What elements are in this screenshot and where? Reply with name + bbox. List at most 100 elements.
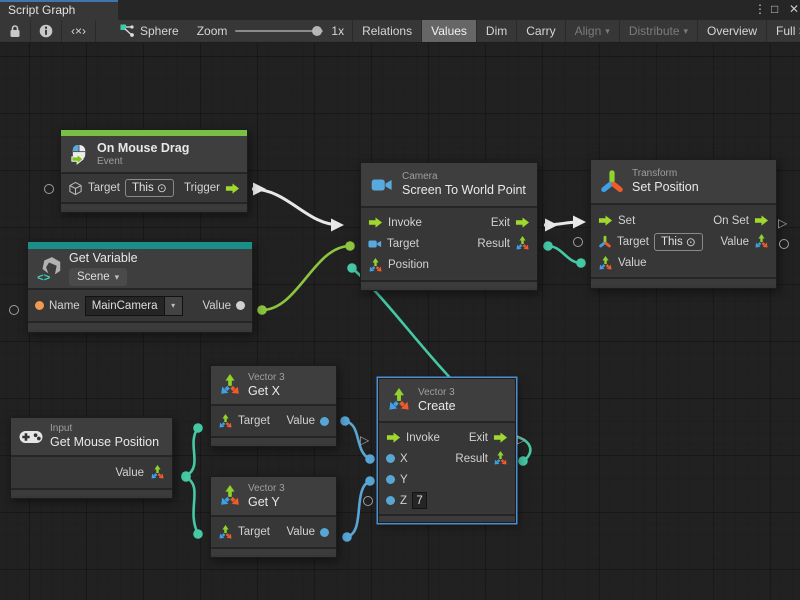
port-label-value: Value: [286, 526, 315, 538]
available-port-circle[interactable]: [9, 305, 19, 315]
vector3-output-port[interactable]: [150, 465, 165, 480]
camera-port-icon[interactable]: [368, 237, 382, 251]
wire-endpoint: [518, 456, 528, 466]
graph-canvas[interactable]: On Mouse Drag Event Target This ⊙: [0, 43, 800, 600]
vector3-input-port[interactable]: [218, 525, 233, 540]
zoom-slider[interactable]: [235, 30, 323, 32]
code-icon: ‹×›: [71, 24, 86, 38]
float-input-port-z[interactable]: [386, 496, 395, 505]
tab-script-graph[interactable]: Script Graph: [0, 0, 118, 20]
toolbar-button-fullscreen[interactable]: Full Screen: [767, 20, 800, 42]
info-button[interactable]: [31, 20, 62, 42]
vector3-input-port[interactable]: [368, 258, 383, 273]
node-get-variable[interactable]: Get Variable Scene ▾ Name MainCamera ▾: [27, 241, 253, 333]
target-this-button[interactable]: This ⊙: [654, 233, 703, 251]
flow-output-port[interactable]: [754, 213, 769, 228]
node-on-mouse-drag[interactable]: On Mouse Drag Event Target This ⊙: [60, 129, 248, 213]
flow-input-port[interactable]: [598, 213, 613, 228]
node-get-x[interactable]: Vector 3 Get X Target Value: [210, 365, 337, 447]
vector3-icon: [387, 388, 411, 412]
z-value-field[interactable]: 7: [412, 492, 427, 509]
variable-name-dropdown[interactable]: MainCamera ▾: [85, 296, 183, 316]
distribute-label: Distribute: [629, 24, 680, 38]
port-label-exit: Exit: [469, 432, 488, 444]
port-label-value-out: Value: [720, 236, 749, 248]
node-screen-to-world-point[interactable]: Camera Screen To World Point Invoke Exit…: [360, 162, 538, 291]
available-port-circle[interactable]: [44, 184, 54, 194]
window-maximize-icon[interactable]: □: [771, 2, 778, 16]
float-output-port[interactable]: [320, 417, 329, 426]
flow-output-port[interactable]: [225, 181, 240, 196]
node-caption: Input: [50, 423, 159, 435]
node-subtitle: Event: [97, 156, 189, 168]
port-label-name: Name: [49, 300, 80, 312]
object-output-port[interactable]: [236, 301, 245, 310]
vector3-input-port[interactable]: [218, 414, 233, 429]
lock-icon: [8, 24, 22, 38]
toolbar-button-carry[interactable]: Carry: [517, 20, 565, 42]
code-view-button[interactable]: ‹×›: [62, 20, 96, 42]
flow-input-port[interactable]: [368, 215, 383, 230]
toolbar-button-relations[interactable]: Relations: [353, 20, 422, 42]
node-set-position[interactable]: Transform Set Position Set On Set Target…: [590, 159, 777, 289]
vector3-input-port[interactable]: [598, 256, 613, 271]
zoom-slider-handle[interactable]: [312, 26, 322, 36]
node-get-y[interactable]: Vector 3 Get Y Target Value: [210, 476, 337, 558]
variable-name-value: MainCamera: [85, 296, 165, 316]
toolbar-button-dim[interactable]: Dim: [477, 20, 517, 42]
string-input-port[interactable]: [35, 301, 44, 310]
target-this-button[interactable]: This ⊙: [125, 179, 174, 197]
this-label: This: [132, 182, 154, 194]
scope-label: Scene: [77, 271, 110, 283]
cube-icon: [68, 181, 83, 196]
available-port-triangle[interactable]: ▷: [360, 434, 369, 446]
wire-On Mouse Drag.Trigger->Screen To World Point.Invoke: [252, 189, 340, 225]
vector3-output-port[interactable]: [493, 451, 508, 466]
variable-accent-bar: [28, 242, 252, 249]
node-get-mouse-position[interactable]: Input Get Mouse Position Value: [10, 417, 173, 499]
wire-Get Variable.Value->Screen To World Point.Target: [262, 246, 350, 310]
available-port-circle[interactable]: [779, 239, 789, 249]
flow-output-port[interactable]: [493, 430, 508, 445]
flow-input-port[interactable]: [386, 430, 401, 445]
breadcrumb[interactable]: Sphere: [96, 20, 189, 42]
node-caption: Transform: [632, 168, 699, 180]
flow-output-port[interactable]: [515, 215, 530, 230]
float-input-port-x[interactable]: [386, 454, 395, 463]
lock-button[interactable]: [0, 20, 31, 42]
wire-Screen To World Point.Result->Set Position.Value: [548, 246, 581, 263]
wire-endpoint: [365, 476, 375, 486]
wire-arrowhead: [545, 219, 558, 232]
node-title: Screen To World Point: [402, 183, 526, 198]
float-input-port-y[interactable]: [386, 475, 395, 484]
wire-Get Mouse Position.Value->Get X.Target: [186, 428, 198, 476]
available-port-triangle[interactable]: ▷: [778, 217, 787, 229]
port-label-value: Value: [115, 467, 144, 479]
available-port-circle[interactable]: [363, 496, 373, 506]
float-output-port[interactable]: [320, 528, 329, 537]
port-label-target: Target: [238, 415, 270, 427]
window-close-icon[interactable]: ✕: [789, 2, 799, 16]
node-caption: Vector 3: [248, 483, 285, 495]
transform-port-icon[interactable]: [598, 235, 612, 249]
wire-arrowhead: [253, 183, 266, 196]
toolbar-button-values[interactable]: Values: [422, 20, 477, 42]
toolbar-button-distribute[interactable]: Distribute ▾: [620, 20, 698, 42]
node-title: Get Y: [248, 495, 285, 510]
node-title: Get Mouse Position: [50, 435, 159, 450]
port-label-position: Position: [388, 259, 429, 271]
vector3-output-port[interactable]: [754, 234, 769, 249]
available-port-triangle[interactable]: ▷: [517, 433, 526, 445]
toolbar-button-overview[interactable]: Overview: [698, 20, 767, 42]
vector3-output-port[interactable]: [515, 236, 530, 251]
available-port-circle[interactable]: [573, 237, 583, 247]
wire-endpoint: [365, 454, 375, 464]
window-menu-icon[interactable]: ⋮: [754, 2, 766, 16]
node-vector3-create[interactable]: Vector 3 Create Invoke Exit X Result: [378, 378, 516, 523]
variable-scope-dropdown[interactable]: Scene ▾: [69, 268, 127, 286]
port-label-value-in: Value: [618, 257, 647, 269]
chevron-down-icon: ▾: [684, 26, 689, 37]
chevron-down-icon: ▾: [165, 296, 183, 316]
toolbar-button-align[interactable]: Align ▾: [566, 20, 620, 42]
port-label-trigger: Trigger: [184, 182, 220, 194]
